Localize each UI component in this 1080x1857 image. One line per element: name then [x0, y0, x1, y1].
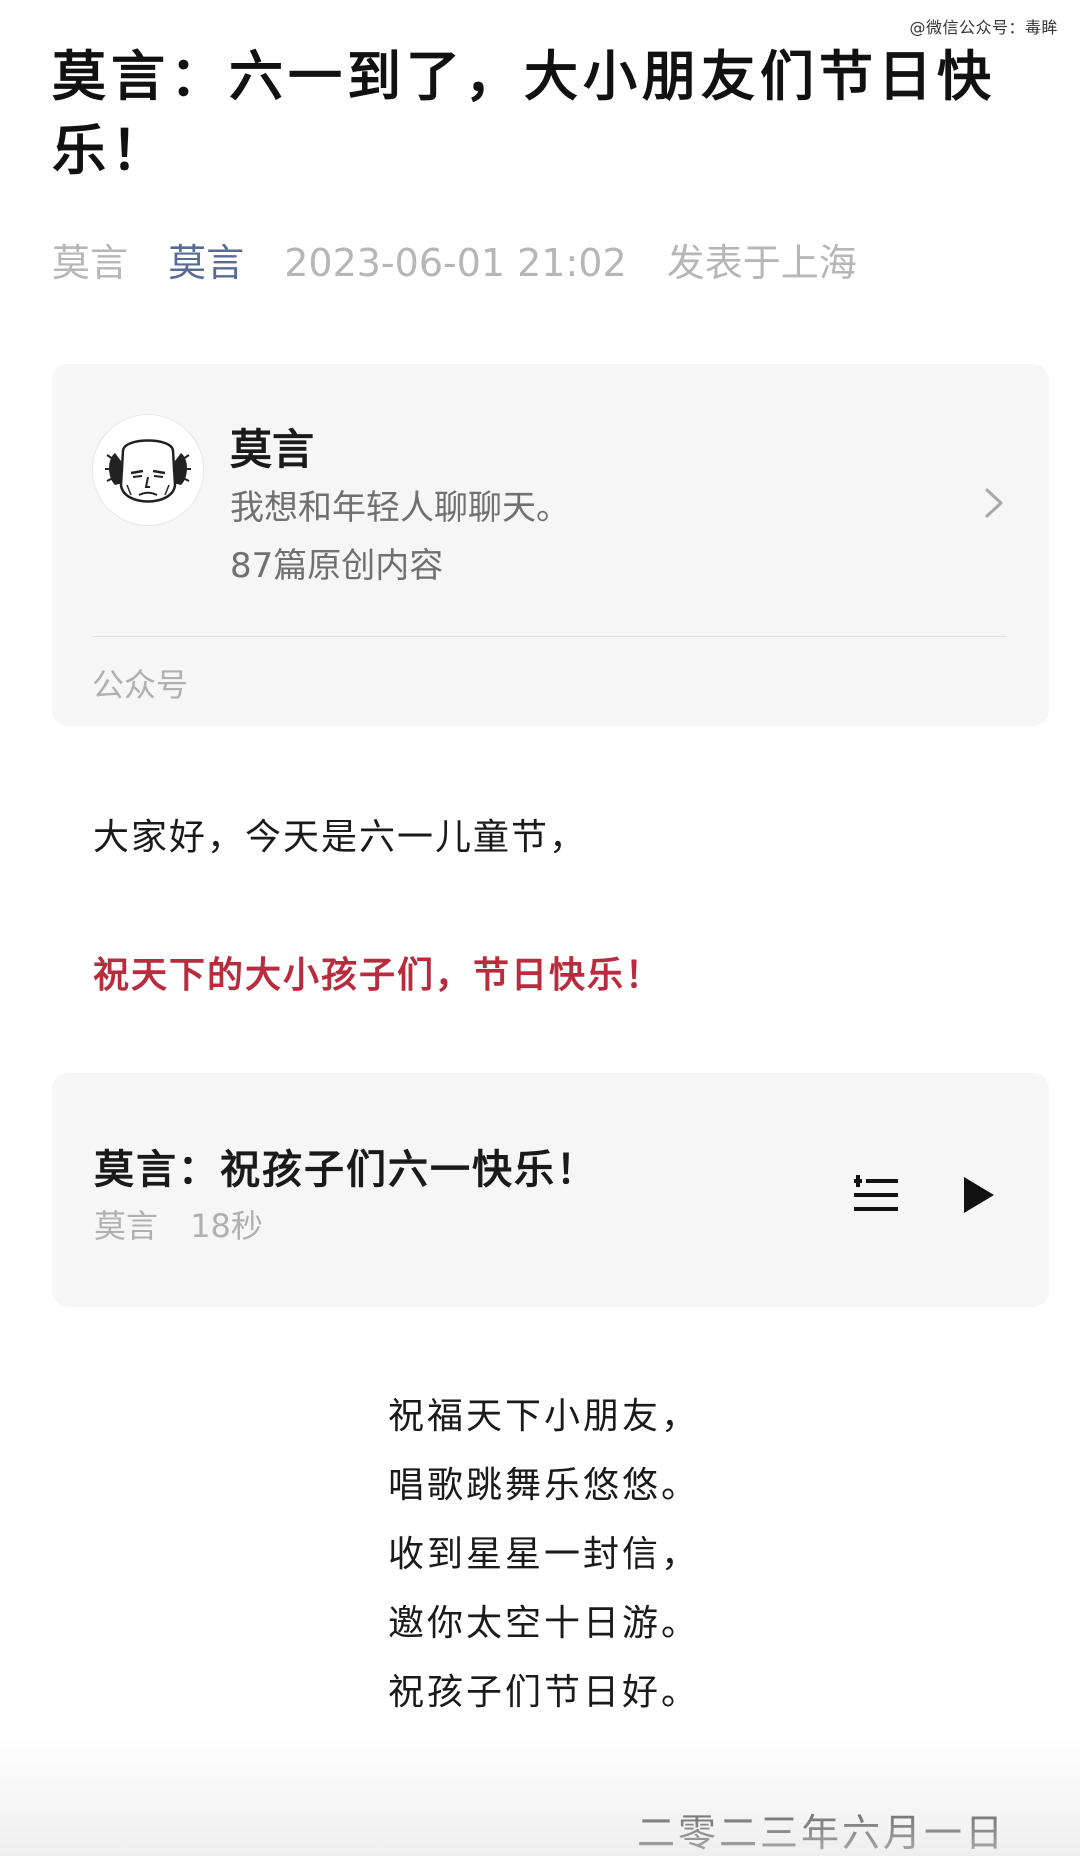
meta-author: 莫言: [52, 241, 129, 285]
avatar[interactable]: [92, 414, 204, 526]
chevron-right-icon[interactable]: [981, 484, 1007, 522]
poem-line: 祝福天下小朋友，: [388, 1396, 701, 1437]
meta-datetime: 2023-06-01 21:02: [284, 241, 627, 285]
meta-location: 发表于上海: [666, 241, 857, 285]
profile-name: 莫言: [230, 425, 315, 474]
profile-card[interactable]: 莫言 我想和年轻人聊聊天。 87篇原创内容 公众号: [52, 364, 1049, 726]
signature-date: 二零二三年六月一日: [636, 1811, 1006, 1855]
profile-type-label: 公众号: [92, 666, 189, 704]
greeting-paragraph: 大家好，今天是六一儿童节，: [93, 817, 588, 858]
profile-divider: [92, 636, 1007, 637]
audio-author: 莫言: [94, 1207, 159, 1245]
poem-line: 祝孩子们节日好。: [388, 1672, 701, 1713]
poem: 祝福天下小朋友， 唱歌跳舞乐悠悠。 收到星星一封信， 邀你太空十日游。 祝孩子们…: [388, 1382, 700, 1727]
watermark: @微信公众号：毒眸: [909, 18, 1058, 37]
profile-description: 我想和年轻人聊聊天。: [230, 488, 570, 528]
profile-original-count: 87篇原创内容: [230, 546, 444, 586]
poem-line: 收到星星一封信，: [388, 1534, 701, 1575]
meta-account-link[interactable]: 莫言: [168, 241, 244, 285]
audio-meta: 莫言 18秒: [94, 1201, 285, 1247]
poem-line: 邀你太空十日游。: [388, 1603, 701, 1644]
audio-card[interactable]: 莫言：祝孩子们六一快乐！ 莫言 18秒: [52, 1073, 1049, 1307]
article-title: 莫言：六一到了，大小朋友们节日快乐！: [52, 45, 996, 182]
poem-line: 唱歌跳舞乐悠悠。: [388, 1465, 701, 1506]
wish-paragraph: 祝天下的大小孩子们，节日快乐！: [93, 955, 664, 996]
avatar-caricature-icon: [93, 415, 203, 525]
audio-title: 莫言：祝孩子们六一快乐！: [94, 1147, 598, 1193]
audio-duration: 18秒: [190, 1207, 263, 1245]
play-icon[interactable]: [958, 1173, 998, 1217]
article-meta: 莫言 莫言 2023-06-01 21:02 发表于上海: [52, 232, 885, 287]
playlist-add-icon[interactable]: [852, 1173, 900, 1217]
